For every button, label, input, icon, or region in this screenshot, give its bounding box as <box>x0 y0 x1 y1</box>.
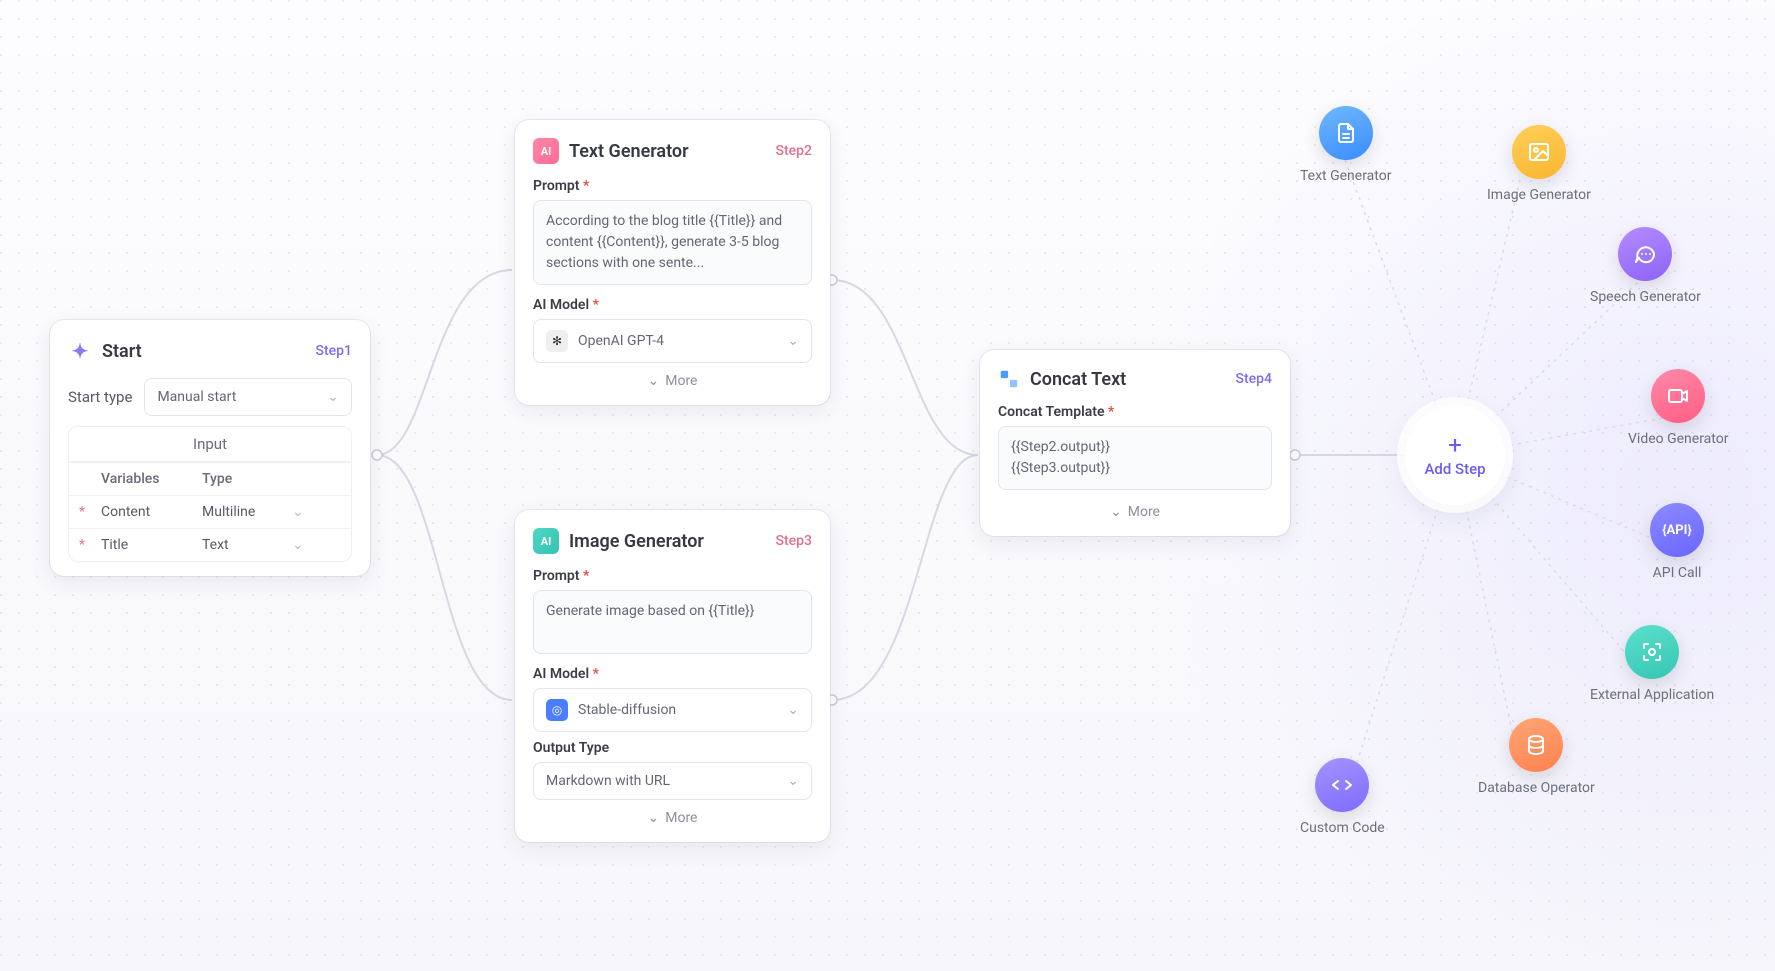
ai-model-select[interactable]: ◎ Stable-diffusion ⌄ <box>533 688 812 732</box>
code-icon <box>1315 758 1369 812</box>
tool-label: API Call <box>1653 565 1702 581</box>
concat-icon <box>998 368 1020 390</box>
more-toggle[interactable]: ⌄ More <box>533 800 812 828</box>
start-type-label: Start type <box>68 388 132 406</box>
table-row[interactable]: * Content Multiline ⌄ <box>69 495 351 528</box>
add-step-label: Add Step <box>1424 460 1485 478</box>
image-generator-title: Image Generator <box>569 531 766 552</box>
chevron-down-icon: ⌄ <box>787 333 799 349</box>
sparkle-icon: ✦ <box>68 338 92 364</box>
tool-video-generator[interactable]: Video Generator <box>1628 369 1728 447</box>
start-type-select[interactable]: Manual start ⌄ <box>144 378 352 416</box>
tool-custom-code[interactable]: Custom Code <box>1300 758 1385 836</box>
api-icon: {API} <box>1650 503 1704 557</box>
add-step-button[interactable]: + Add Step <box>1405 405 1505 505</box>
video-icon <box>1651 369 1705 423</box>
ai-model-select[interactable]: ✻ OpenAI GPT-4 ⌄ <box>533 319 812 363</box>
chevron-down-icon: ⌄ <box>1110 504 1122 520</box>
text-generator-node[interactable]: AI Text Generator Step2 Prompt * AI Mode… <box>515 120 830 405</box>
template-label: Concat Template * <box>998 404 1272 420</box>
input-header: Input <box>69 427 351 462</box>
output-type-label: Output Type <box>533 740 812 756</box>
openai-icon: ✻ <box>546 330 568 352</box>
tool-label: External Application <box>1590 687 1714 703</box>
ai-badge-icon: AI <box>533 528 559 554</box>
model-label: AI Model * <box>533 297 812 313</box>
start-title: Start <box>102 341 306 362</box>
prompt-label: Prompt * <box>533 178 812 194</box>
image-icon <box>1512 125 1566 179</box>
text-generator-title: Text Generator <box>569 141 766 162</box>
col-variables: Variables <box>97 471 202 487</box>
tool-external-application[interactable]: External Application <box>1590 625 1714 703</box>
concat-title: Concat Text <box>1030 369 1226 390</box>
tool-text-generator[interactable]: Text Generator <box>1300 106 1391 184</box>
ai-badge-icon: AI <box>533 138 559 164</box>
step-tag: Step4 <box>1236 371 1272 387</box>
step-tag: Step2 <box>776 143 812 159</box>
step-tag: Step1 <box>316 343 352 359</box>
tool-database-operator[interactable]: Database Operator <box>1478 718 1595 796</box>
chevron-down-icon: ⌄ <box>292 504 304 520</box>
template-input[interactable] <box>998 426 1272 490</box>
tool-label: Custom Code <box>1300 820 1385 836</box>
model-value: Stable-diffusion <box>578 702 676 718</box>
prompt-input[interactable] <box>533 590 812 654</box>
chevron-down-icon: ⌄ <box>787 702 799 718</box>
start-node[interactable]: ✦ Start Step1 Start type Manual start ⌄ … <box>50 320 370 576</box>
tool-label: Text Generator <box>1300 168 1391 184</box>
var-type: Multiline <box>202 504 292 520</box>
prompt-label: Prompt * <box>533 568 812 584</box>
model-label: AI Model * <box>533 666 812 682</box>
more-toggle[interactable]: ⌄ More <box>533 363 812 391</box>
var-name: Content <box>97 504 202 520</box>
var-type: Text <box>202 537 292 553</box>
chevron-down-icon: ⌄ <box>327 389 339 405</box>
chevron-down-icon: ⌄ <box>648 373 660 389</box>
tool-label: Database Operator <box>1478 780 1595 796</box>
tool-label: Video Generator <box>1628 431 1728 447</box>
database-icon <box>1509 718 1563 772</box>
more-toggle[interactable]: ⌄ More <box>998 494 1272 522</box>
table-row[interactable]: * Title Text ⌄ <box>69 528 351 561</box>
var-name: Title <box>97 537 202 553</box>
output-type-value: Markdown with URL <box>546 773 670 789</box>
more-label: More <box>665 810 697 826</box>
scan-icon <box>1625 625 1679 679</box>
stable-diffusion-icon: ◎ <box>546 699 568 721</box>
concat-text-node[interactable]: Concat Text Step4 Concat Template * ⌄ Mo… <box>980 350 1290 536</box>
chevron-down-icon: ⌄ <box>292 537 304 553</box>
more-label: More <box>1128 504 1160 520</box>
tool-label: Speech Generator <box>1590 289 1701 305</box>
step-tag: Step3 <box>776 533 812 549</box>
more-label: More <box>665 373 697 389</box>
model-value: OpenAI GPT-4 <box>578 333 664 349</box>
image-generator-node[interactable]: AI Image Generator Step3 Prompt * AI Mod… <box>515 510 830 842</box>
col-type: Type <box>202 471 292 487</box>
speech-icon <box>1618 227 1672 281</box>
output-type-select[interactable]: Markdown with URL ⌄ <box>533 762 812 800</box>
start-type-value: Manual start <box>157 389 236 405</box>
plus-icon: + <box>1448 433 1462 457</box>
prompt-input[interactable] <box>533 200 812 285</box>
input-table: Input Variables Type * Content Multiline… <box>68 426 352 562</box>
tool-speech-generator[interactable]: Speech Generator <box>1590 227 1701 305</box>
chevron-down-icon: ⌄ <box>648 810 660 826</box>
tool-api-call[interactable]: {API} API Call <box>1650 503 1704 581</box>
tool-label: Image Generator <box>1487 187 1591 203</box>
text-file-icon <box>1319 106 1373 160</box>
tool-image-generator[interactable]: Image Generator <box>1487 125 1591 203</box>
chevron-down-icon: ⌄ <box>787 773 799 789</box>
